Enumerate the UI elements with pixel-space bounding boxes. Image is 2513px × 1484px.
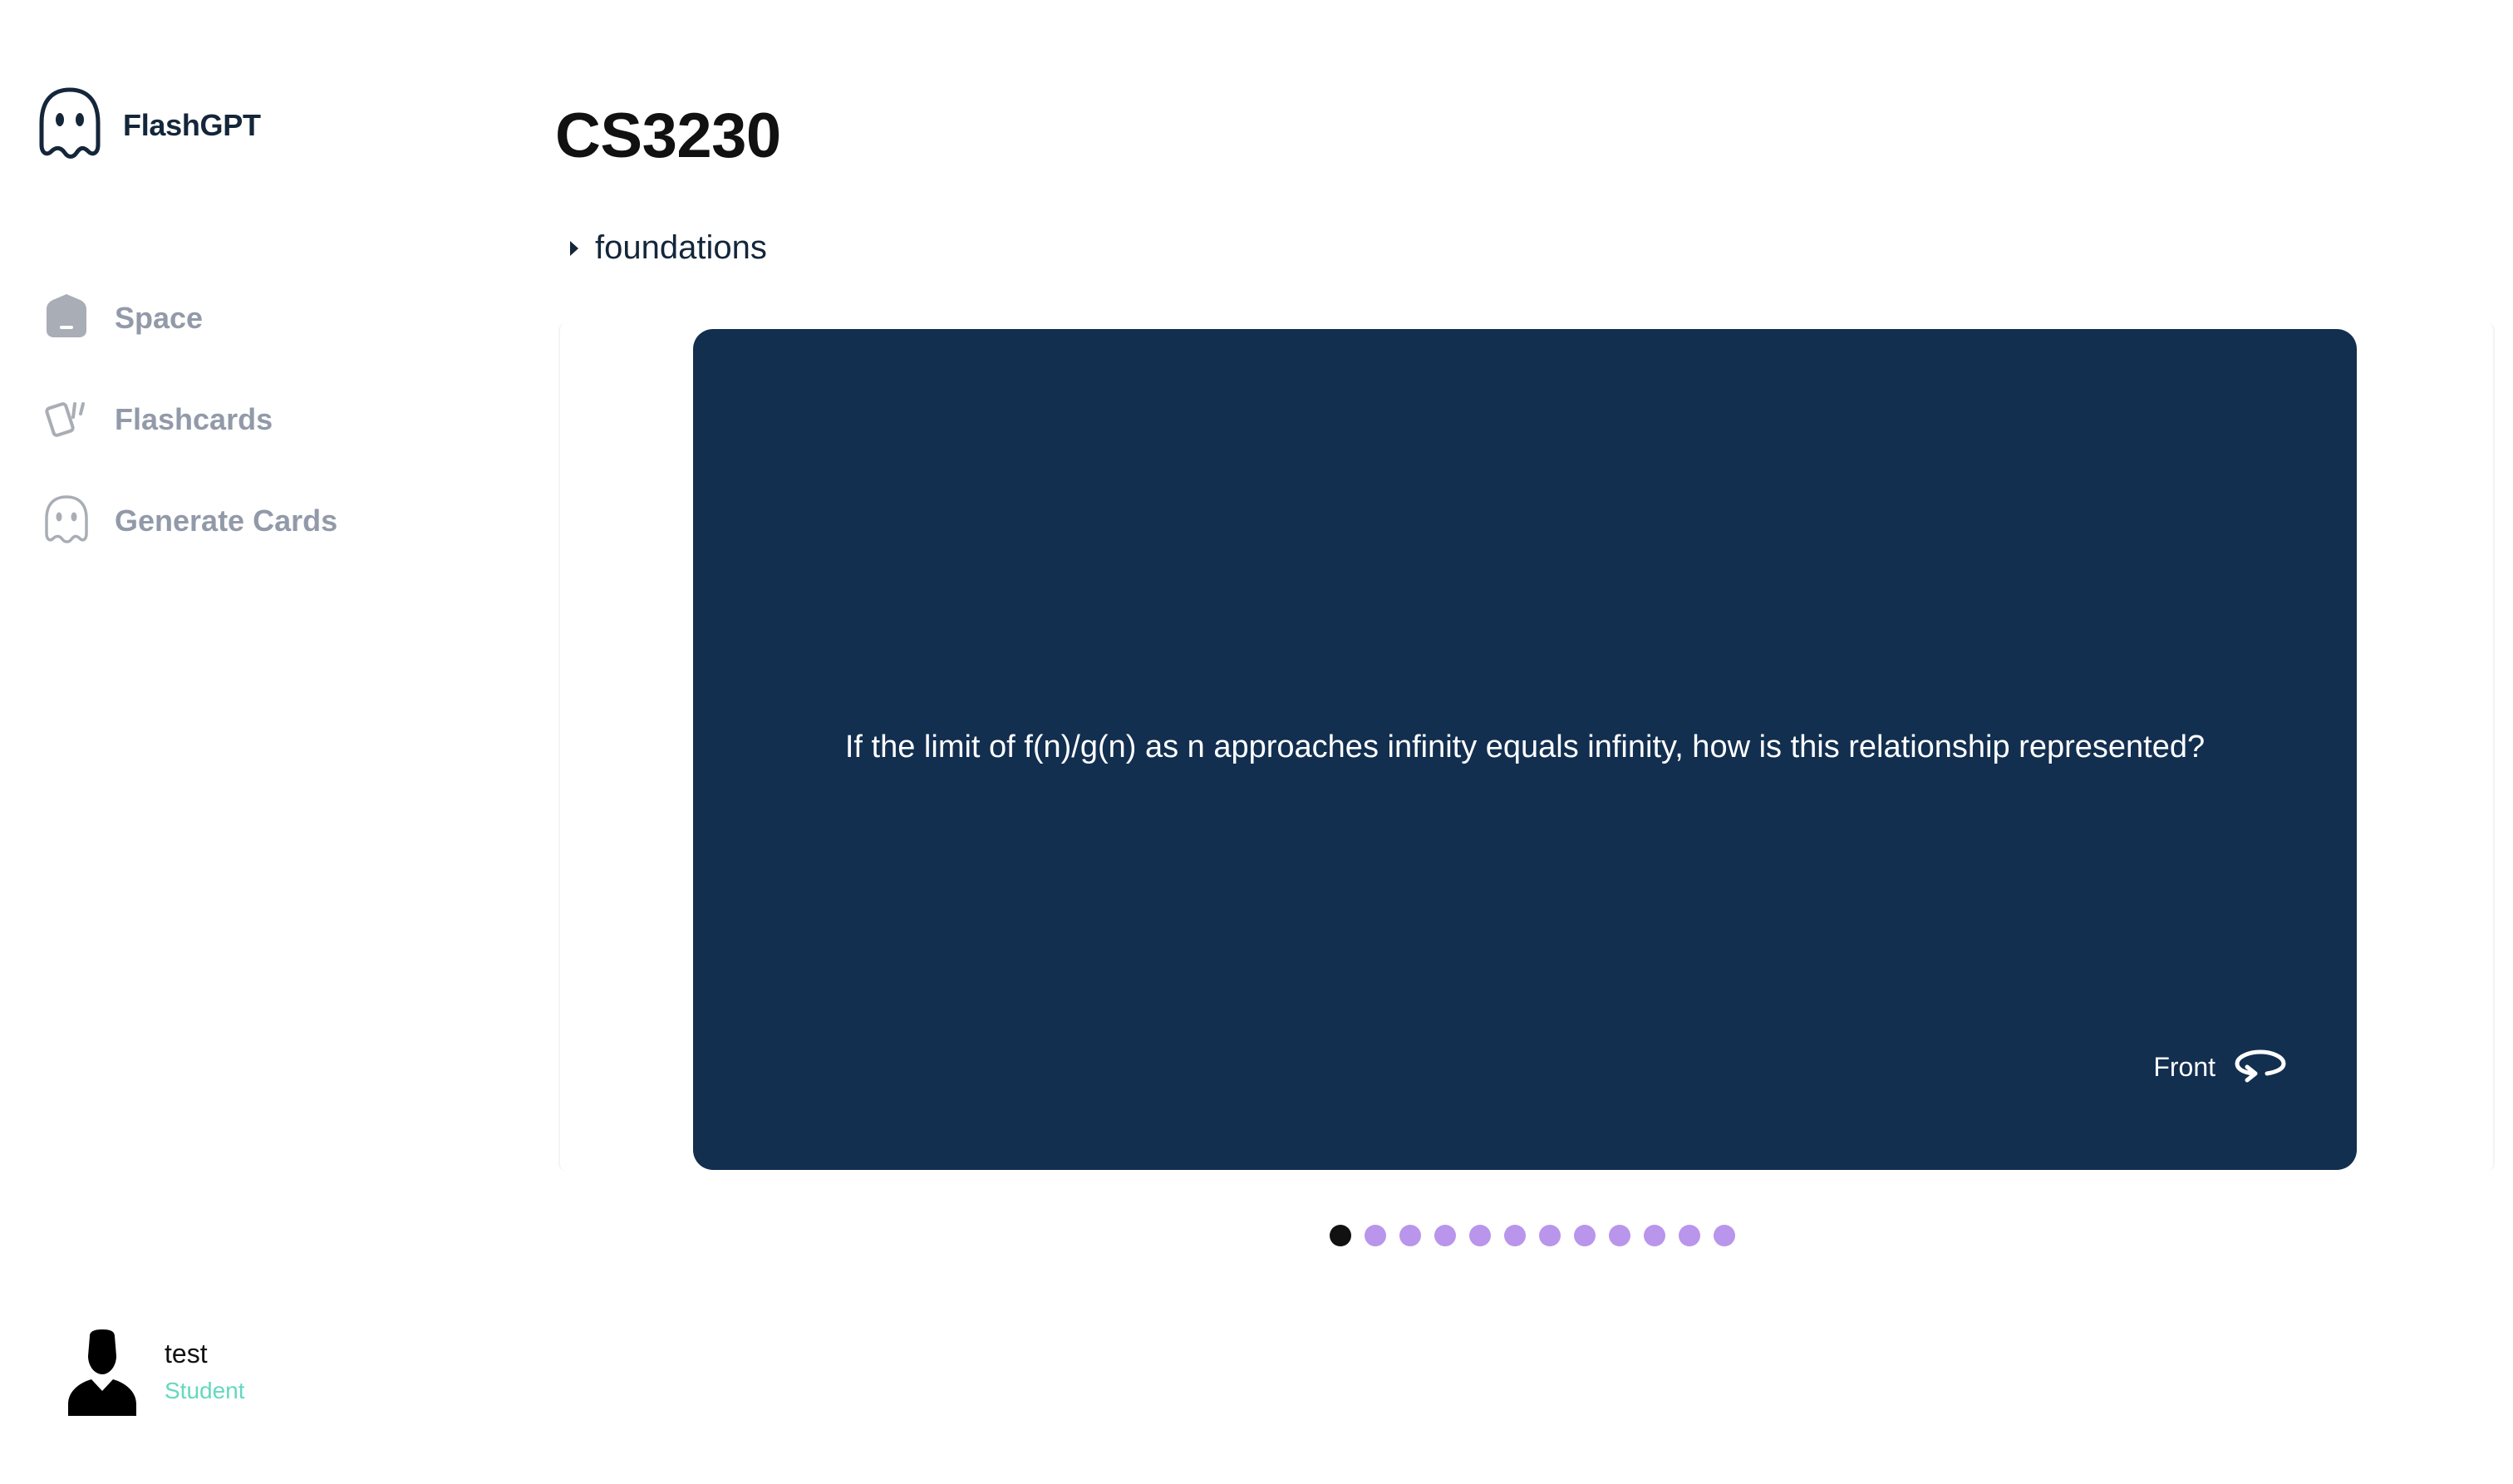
carousel-dot[interactable] xyxy=(1365,1225,1386,1246)
app-logo[interactable]: FlashGPT xyxy=(35,86,261,164)
sidebar-item-label: Flashcards xyxy=(115,401,273,436)
avatar-icon xyxy=(65,1328,140,1420)
carousel-dot[interactable] xyxy=(1679,1225,1700,1246)
carousel-dot[interactable] xyxy=(1539,1225,1561,1246)
sidebar-item-space[interactable]: Space xyxy=(42,291,203,345)
home-icon xyxy=(42,291,91,345)
carousel-dot[interactable] xyxy=(1644,1225,1665,1246)
user-name: test xyxy=(165,1339,208,1369)
sidebar-item-label: Space xyxy=(115,300,204,335)
carousel-dot[interactable] xyxy=(1330,1225,1351,1246)
carousel-dot[interactable] xyxy=(1399,1225,1421,1246)
carousel-dot[interactable] xyxy=(1469,1225,1491,1246)
user-meta: test Student xyxy=(165,1328,245,1408)
carousel-dot[interactable] xyxy=(1434,1225,1456,1246)
topic-label: foundations xyxy=(595,229,767,266)
sidebar-item-flashcards[interactable]: Flashcards xyxy=(42,392,273,446)
page-title: CS3230 xyxy=(555,101,781,171)
carousel-pagination xyxy=(1330,1225,1735,1246)
sidebar-item-generate-cards[interactable]: Generate Cards xyxy=(42,494,337,548)
user-role: Student xyxy=(165,1378,245,1403)
flashcard[interactable]: If the limit of f(n)/g(n) as n approache… xyxy=(693,329,2357,1170)
flashcard-question: If the limit of f(n)/g(n) as n approache… xyxy=(844,730,2206,764)
sidebar: FlashGPT Space Flashcards Generate Cards… xyxy=(0,0,548,1484)
card-side-label: Front xyxy=(2153,1052,2215,1082)
topic-toggle[interactable]: foundations xyxy=(570,229,767,267)
caret-right-icon xyxy=(570,240,578,256)
flip-icon xyxy=(2234,1045,2287,1089)
ghost-icon xyxy=(42,494,91,548)
carousel-dot[interactable] xyxy=(1714,1225,1735,1246)
cards-icon xyxy=(42,392,91,446)
carousel-dot[interactable] xyxy=(1574,1225,1596,1246)
carousel-dot[interactable] xyxy=(1609,1225,1630,1246)
app-name: FlashGPT xyxy=(123,107,261,142)
flip-card-button[interactable]: Front xyxy=(2153,1045,2287,1089)
sidebar-item-label: Generate Cards xyxy=(115,503,338,538)
carousel-dot[interactable] xyxy=(1504,1225,1526,1246)
ghost-logo-icon xyxy=(35,86,105,164)
user-profile[interactable]: test Student xyxy=(65,1328,245,1420)
